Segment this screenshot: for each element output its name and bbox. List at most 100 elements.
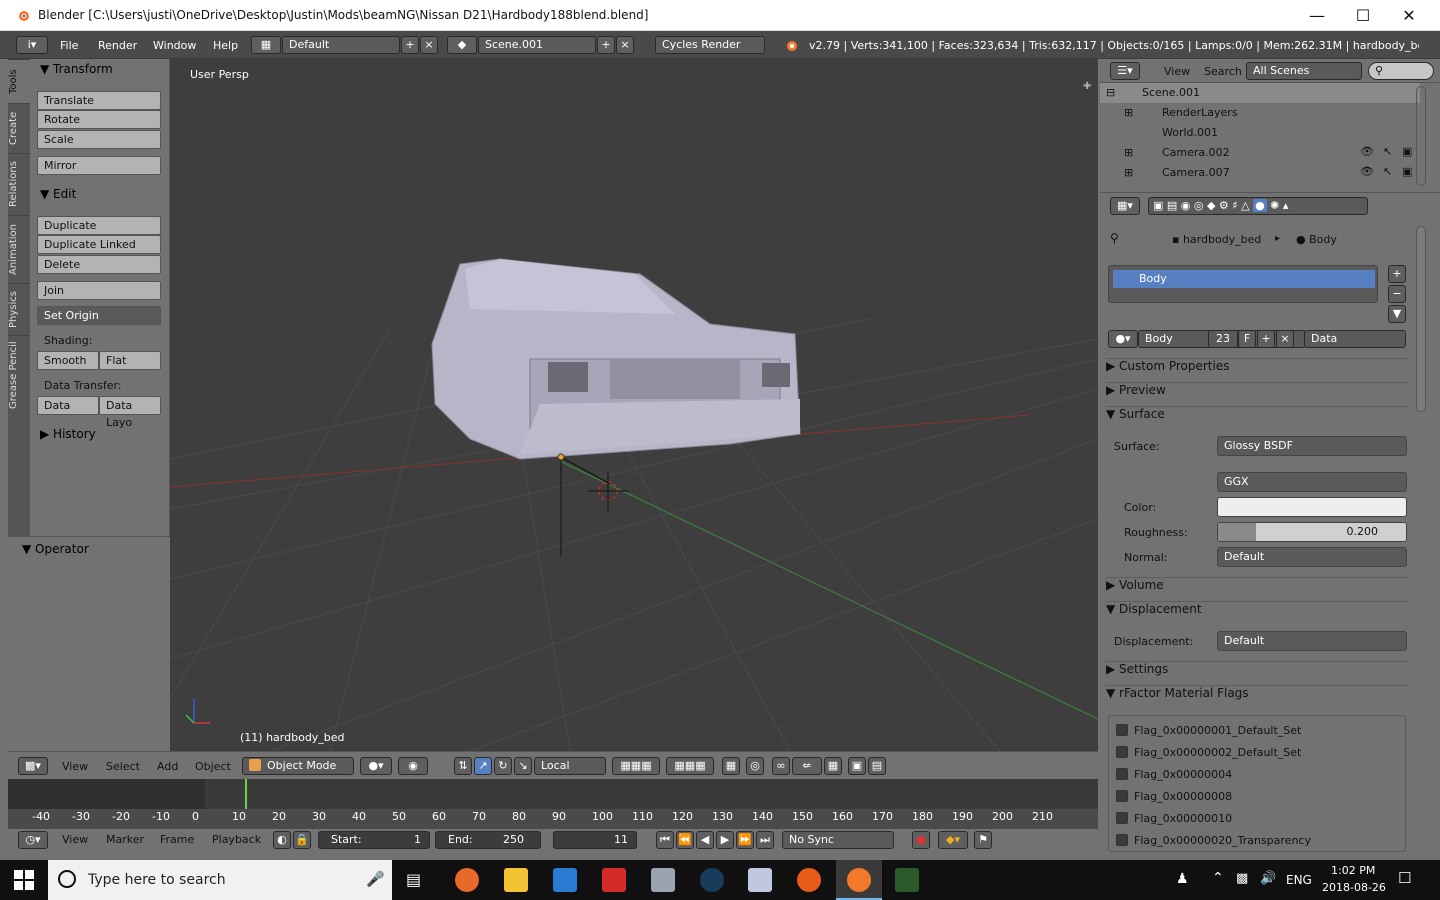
layout-add-button[interactable]: + <box>401 36 419 54</box>
material-slot-list[interactable]: Body <box>1108 265 1378 303</box>
settings-section[interactable]: ▶ Settings <box>1106 661 1408 683</box>
tab-animation[interactable]: Animation <box>8 215 30 283</box>
delete-button[interactable]: Delete <box>37 255 161 274</box>
tab-create[interactable]: Create <box>8 103 30 153</box>
flat-button[interactable]: Flat <box>99 351 161 370</box>
file-explorer-icon[interactable] <box>504 868 528 892</box>
slot-specials-button[interactable]: ▼ <box>1388 305 1406 323</box>
checkbox-icon[interactable] <box>1116 724 1128 736</box>
jump-key-back-button[interactable]: ⏪ <box>676 831 694 849</box>
pivot-button[interactable]: ◉ <box>398 757 428 775</box>
data-layout-button[interactable]: Data Layo <box>99 396 161 429</box>
new-material-button[interactable]: + <box>1257 330 1275 348</box>
people-icon[interactable]: ♟ <box>1176 871 1189 887</box>
manipulator-toggle[interactable]: ⇅ <box>454 757 472 775</box>
expand-icon[interactable]: ⊞ <box>1124 146 1133 159</box>
outliner-filter-select[interactable]: All Scenes <box>1246 62 1362 80</box>
translate-button[interactable]: Translate <box>37 91 161 110</box>
outliner-row-camera-007[interactable]: ⊞ Camera.007 👁 ↖ ▣ <box>1100 163 1420 183</box>
close-icon[interactable]: ✕ <box>1386 0 1432 31</box>
displacement-select[interactable]: Default <box>1217 631 1407 651</box>
editor-type-button[interactable]: ▦▾ <box>1110 197 1140 215</box>
data-transfer-button[interactable]: Data <box>37 396 99 415</box>
render-icon[interactable]: ▣ <box>1402 145 1412 158</box>
transform-panel-header[interactable]: ▼ Transform <box>40 62 113 76</box>
render-button[interactable]: ▣ <box>848 757 866 775</box>
steam-icon[interactable] <box>700 868 724 892</box>
rfactor-section[interactable]: ▼ rFactor Material Flags <box>1106 685 1408 707</box>
menu-object[interactable]: Object <box>195 760 231 773</box>
checkbox-icon[interactable] <box>1116 746 1128 758</box>
sync-select[interactable]: No Sync <box>782 831 894 849</box>
render-engine-select[interactable]: Cycles Render <box>655 36 765 54</box>
scale-manipulator-button[interactable]: ↘ <box>514 757 532 775</box>
menu-frame[interactable]: Frame <box>160 833 194 846</box>
editor-type-button[interactable]: ▩▾ <box>18 757 48 775</box>
scale-button[interactable]: Scale <box>37 130 161 149</box>
editor-type-button[interactable]: ☰▾ <box>1110 62 1140 80</box>
play-reverse-button[interactable]: ◀ <box>696 831 714 849</box>
minimize-icon[interactable]: — <box>1294 0 1340 31</box>
material-users-field[interactable]: 23 <box>1208 330 1238 348</box>
scene-remove-button[interactable]: × <box>616 36 634 54</box>
volume-icon[interactable]: 🔊 <box>1260 871 1276 886</box>
surface-shader-select[interactable]: Glossy BSDF <box>1217 436 1407 456</box>
tab-grease-pencil[interactable]: Grease Pencil <box>8 335 30 415</box>
smooth-button[interactable]: Smooth <box>37 351 99 370</box>
scene-icon-button[interactable]: ◆ <box>447 36 477 54</box>
menu-view[interactable]: View <box>62 760 88 773</box>
menu-view[interactable]: View <box>1164 65 1190 78</box>
transform-orientation-select[interactable]: Local <box>534 757 606 775</box>
menu-select[interactable]: Select <box>106 760 140 773</box>
properties-scrollbar[interactable] <box>1416 226 1426 412</box>
material-browse-button[interactable]: ●▾ <box>1108 330 1138 348</box>
network-icon[interactable]: ▩ <box>1236 871 1248 886</box>
maximize-icon[interactable]: ☐ <box>1340 0 1386 31</box>
roughness-slider[interactable]: 0.200 <box>1217 522 1407 542</box>
preview-section[interactable]: ▶ Preview <box>1106 382 1408 404</box>
menu-search[interactable]: Search <box>1204 65 1242 78</box>
language-indicator[interactable]: ENG <box>1286 873 1312 887</box>
lock-camera-button[interactable]: ▦ <box>722 757 740 775</box>
chevron-up-icon[interactable]: ⌃ <box>1212 870 1224 886</box>
microphone-icon[interactable]: 🎤 <box>366 870 385 888</box>
flag-checkbox[interactable]: Flag_0x00000008 <box>1116 790 1232 803</box>
layout-remove-button[interactable]: × <box>420 36 438 54</box>
cursor-icon[interactable]: ↖ <box>1383 165 1392 178</box>
play-button[interactable]: ▶ <box>716 831 734 849</box>
unlink-material-button[interactable]: × <box>1276 330 1294 348</box>
end-frame-field[interactable]: End: 250 <box>435 831 541 849</box>
outliner-scrollbar[interactable] <box>1416 86 1426 186</box>
duplicate-button[interactable]: Duplicate <box>37 216 161 235</box>
keying-set-button[interactable]: ◆▾ <box>938 831 968 849</box>
blender-icon[interactable] <box>847 868 871 892</box>
checkbox-icon[interactable] <box>1116 812 1128 824</box>
editor-type-button[interactable]: i▾ <box>16 36 48 54</box>
render-icon[interactable]: ▣ <box>1402 165 1412 178</box>
jump-end-button[interactable]: ⏭ <box>756 831 774 849</box>
flash-icon[interactable] <box>602 868 626 892</box>
flag-checkbox[interactable]: Flag_0x00000020_Transparency <box>1116 834 1311 847</box>
menu-render[interactable]: Render <box>98 39 137 52</box>
tab-relations[interactable]: Relations <box>8 153 30 215</box>
snap-element-button[interactable]: ⇍ <box>792 757 822 775</box>
notifications-icon[interactable]: ☐ <box>1398 869 1411 887</box>
taskbar-search[interactable]: Type here to search 🎤 <box>48 860 392 900</box>
layers-grid-2[interactable]: ▦▦▦ <box>666 757 714 775</box>
checkbox-icon[interactable] <box>1116 790 1128 802</box>
eye-icon[interactable]: 👁 <box>1360 145 1374 158</box>
rotate-manipulator-button[interactable]: ↻ <box>494 757 512 775</box>
history-panel-header[interactable]: ▶ History <box>40 427 96 441</box>
app-icon[interactable] <box>895 868 919 892</box>
collapse-icon[interactable]: ⊟ <box>1106 86 1115 99</box>
custom-properties-section[interactable]: ▶ Custom Properties <box>1106 358 1408 380</box>
normal-select[interactable]: Default <box>1217 547 1407 567</box>
menu-window[interactable]: Window <box>153 39 196 52</box>
clock-date[interactable]: 2018-08-26 <box>1322 881 1386 894</box>
expand-icon[interactable]: ⊞ <box>1124 166 1133 179</box>
cursor-icon[interactable]: ↖ <box>1383 145 1392 158</box>
menu-add[interactable]: Add <box>157 760 178 773</box>
flag-checkbox[interactable]: Flag_0x00000010 <box>1116 812 1232 825</box>
3d-viewport[interactable]: User Persp (11) hardbody_bed ✚ <box>170 59 1098 751</box>
volume-section[interactable]: ▶ Volume <box>1106 577 1408 599</box>
